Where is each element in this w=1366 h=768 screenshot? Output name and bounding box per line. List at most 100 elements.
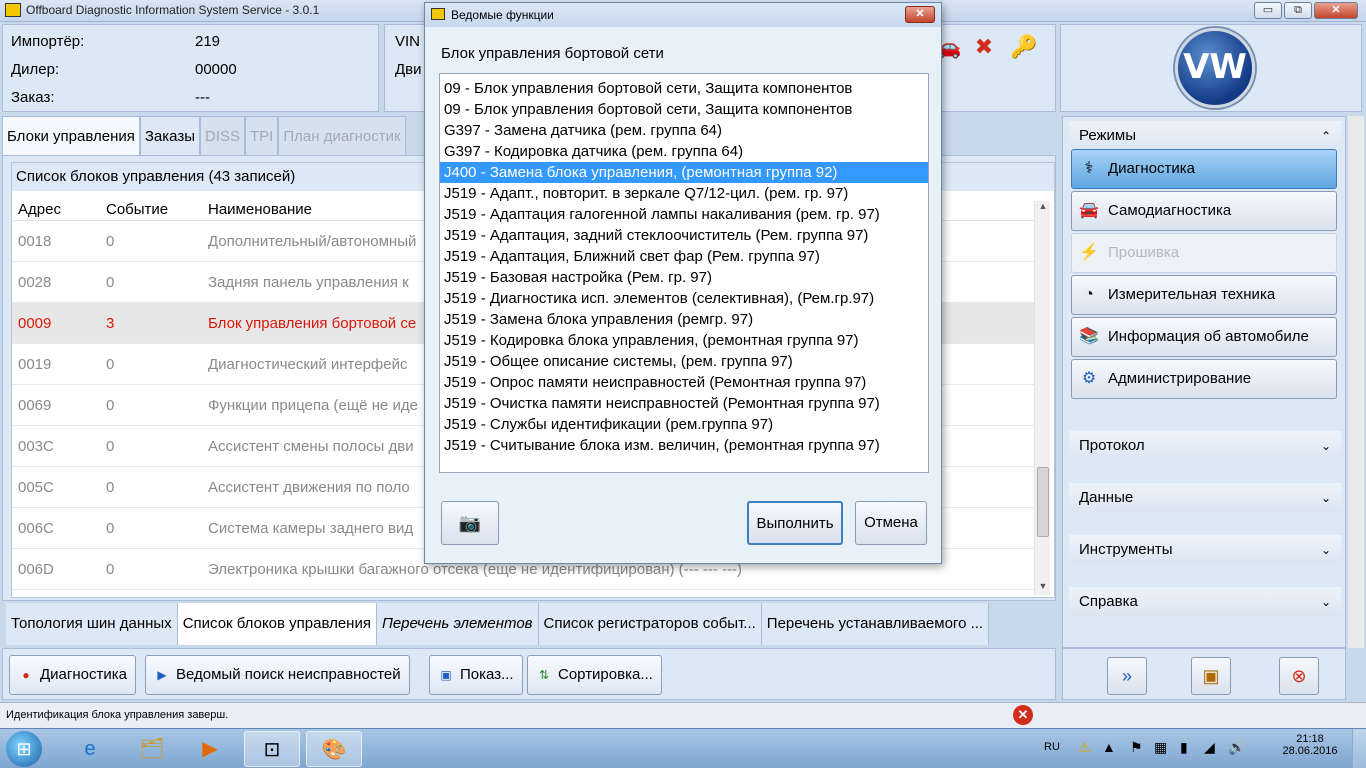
functions-list[interactable]: 09 - Блок управления бортовой сети, Защи… bbox=[439, 73, 929, 473]
function-list-item[interactable]: G397 - Замена датчика (рем. группа 64) bbox=[440, 120, 928, 141]
close-window-button[interactable]: ✕ bbox=[1314, 2, 1358, 19]
function-list-item[interactable]: J519 - Замена блока управления (ремгр. 9… bbox=[440, 309, 928, 330]
function-list-item[interactable]: J519 - Службы идентификации (рем.группа … bbox=[440, 414, 928, 435]
scroll-thumb[interactable] bbox=[1037, 467, 1049, 537]
function-list-item[interactable]: G397 - Кодировка датчика (рем. группа 64… bbox=[440, 141, 928, 162]
dialog-close-button[interactable]: ✕ bbox=[905, 6, 935, 23]
tools-section-header[interactable]: Инструменты ⌄ bbox=[1069, 535, 1341, 565]
function-list-item[interactable]: J519 - Общее описание системы, (рем. гру… bbox=[440, 351, 928, 372]
tray-arrow-icon[interactable]: ▲ bbox=[1102, 739, 1116, 755]
cell-address: 005C bbox=[18, 479, 54, 496]
cell-event: 0 bbox=[106, 438, 115, 455]
screen-capture-icon[interactable]: ▣ bbox=[1191, 657, 1231, 695]
key-icon[interactable]: 🔑 bbox=[1010, 32, 1037, 62]
mode-measurement-button[interactable]: ◔ Измерительная техника bbox=[1071, 275, 1337, 315]
sidebar-scrollbar[interactable] bbox=[1348, 116, 1364, 648]
minimize-button[interactable]: ▭ bbox=[1254, 2, 1282, 19]
paint-icon[interactable]: 🎨 bbox=[306, 731, 362, 767]
exit-icon[interactable]: ⊗ bbox=[1279, 657, 1319, 695]
function-list-item[interactable]: J519 - Диагностика исп. элементов (селек… bbox=[440, 288, 928, 309]
cell-address: 0019 bbox=[18, 356, 52, 373]
tab-event-recorders[interactable]: Список регистраторов событ... bbox=[538, 603, 762, 645]
show-label: Показ... bbox=[460, 666, 514, 683]
sort-icon: ⇅ bbox=[538, 668, 550, 682]
camera-icon[interactable]: 📷 bbox=[441, 501, 499, 545]
tab-control-unit-list[interactable]: Список блоков управления bbox=[177, 603, 377, 645]
list-scrollbar[interactable]: ▲ ▼ bbox=[1034, 201, 1050, 595]
guided-fault-finding-button[interactable]: ▶ Ведомый поиск неисправностей bbox=[145, 655, 410, 695]
sort-button[interactable]: ⇅ Сортировка... bbox=[527, 655, 662, 695]
warning-icon[interactable]: ⚠ bbox=[1078, 739, 1091, 756]
tab-control-units[interactable]: Блоки управления bbox=[2, 116, 140, 156]
function-list-item[interactable]: J519 - Базовая настройка (Рем. гр. 97) bbox=[440, 267, 928, 288]
col-header-event[interactable]: Событие bbox=[106, 201, 168, 218]
cell-event: 0 bbox=[106, 479, 115, 496]
media-player-icon[interactable]: ▶ bbox=[182, 731, 238, 767]
function-list-item[interactable]: J519 - Адаптация галогенной лампы накали… bbox=[440, 204, 928, 225]
tab-diagnostic-plan: План диагностик bbox=[278, 116, 406, 156]
status-text: Идентификация блока управления заверш. bbox=[6, 709, 229, 721]
function-list-item[interactable]: 09 - Блок управления бортовой сети, Защи… bbox=[440, 78, 928, 99]
gear-icon: ⚙ bbox=[1081, 370, 1097, 387]
function-list-item[interactable]: J519 - Кодировка блока управления, (ремо… bbox=[440, 330, 928, 351]
mode-self-diagnosis-button[interactable]: 🚘 Самодиагностика bbox=[1071, 191, 1337, 231]
function-list-item[interactable]: J519 - Считывание блока изм. величин, (р… bbox=[440, 435, 928, 456]
language-indicator[interactable]: RU bbox=[1044, 741, 1060, 753]
error-icon[interactable]: ✕ bbox=[1013, 705, 1033, 725]
section-label: Инструменты bbox=[1079, 541, 1173, 558]
function-list-item[interactable]: J519 - Адаптация, Ближний свет фар (Рем.… bbox=[440, 246, 928, 267]
scroll-up-icon[interactable]: ▲ bbox=[1035, 201, 1051, 215]
no-connection-icon[interactable]: ✖ bbox=[972, 32, 996, 62]
cell-address: 0009 bbox=[18, 315, 52, 332]
cell-event: 3 bbox=[106, 315, 115, 332]
forward-icon[interactable]: » bbox=[1107, 657, 1147, 695]
tab-orders[interactable]: Заказы bbox=[139, 116, 200, 156]
volume-icon[interactable]: 🔊 bbox=[1228, 739, 1245, 756]
order-label: Заказ: bbox=[11, 89, 55, 106]
mode-admin-button[interactable]: ⚙ Администрирование bbox=[1071, 359, 1337, 399]
show-desktop-button[interactable] bbox=[1352, 729, 1366, 768]
function-list-item[interactable]: J519 - Опрос памяти неисправностей (Ремо… bbox=[440, 372, 928, 393]
expand-icon: ⌄ bbox=[1320, 491, 1331, 505]
execute-button[interactable]: Выполнить bbox=[747, 501, 843, 545]
file-explorer-icon[interactable]: 🗂 bbox=[124, 731, 180, 767]
collapse-icon: ⌃ bbox=[1320, 129, 1331, 143]
diagnostics-action-button[interactable]: ● Диагностика bbox=[9, 655, 136, 695]
tab-bus-topology[interactable]: Топология шин данных bbox=[6, 603, 178, 645]
mode-vehicle-info-button[interactable]: 📚 Информация об автомобиле bbox=[1071, 317, 1337, 357]
function-list-item[interactable]: 09 - Блок управления бортовой сети, Защи… bbox=[440, 99, 928, 120]
mode-diagnostics-button[interactable]: ⚕ Диагностика bbox=[1071, 149, 1337, 189]
start-button[interactable]: ⊞ bbox=[6, 731, 42, 767]
function-list-item[interactable]: J519 - Адаптация, задний стеклоочистител… bbox=[440, 225, 928, 246]
function-list-item[interactable]: J519 - Очистка памяти неисправностей (Ре… bbox=[440, 393, 928, 414]
tab-element-list[interactable]: Перечень элементов bbox=[376, 603, 539, 645]
scroll-down-icon[interactable]: ▼ bbox=[1035, 581, 1051, 595]
cell-name: Функции прицепа (ещё не иде bbox=[208, 397, 418, 414]
flag-icon[interactable]: ⚑ bbox=[1130, 739, 1143, 756]
cell-event: 0 bbox=[106, 520, 115, 537]
clock[interactable]: 21:18 28.06.2016 bbox=[1280, 733, 1340, 757]
odis-taskbar-icon[interactable]: ⊡ bbox=[244, 731, 300, 767]
col-header-name[interactable]: Наименование bbox=[208, 201, 312, 218]
modes-section-header[interactable]: Режимы ⌃ bbox=[1069, 121, 1341, 151]
navigation-buttons-panel: » ▣ ⊗ bbox=[1062, 648, 1346, 700]
data-section-header[interactable]: Данные ⌄ bbox=[1069, 483, 1341, 513]
cell-event: 0 bbox=[106, 274, 115, 291]
section-label: Справка bbox=[1079, 593, 1138, 610]
tab-installed-list[interactable]: Перечень устанавливаемого ... bbox=[761, 603, 990, 645]
signal-icon[interactable]: ◢ bbox=[1204, 739, 1215, 756]
cancel-button[interactable]: Отмена bbox=[855, 501, 927, 545]
col-header-address[interactable]: Адрес bbox=[18, 201, 61, 218]
maximize-button[interactable]: ⧉ bbox=[1284, 2, 1312, 19]
cell-address: 0069 bbox=[18, 397, 52, 414]
protocol-section-header[interactable]: Протокол ⌄ bbox=[1069, 431, 1341, 461]
battery-icon[interactable]: ▮ bbox=[1180, 739, 1188, 756]
function-list-item[interactable]: J400 - Замена блока управления, (ремонтн… bbox=[440, 162, 928, 183]
internet-explorer-icon[interactable]: e bbox=[62, 731, 118, 767]
cell-name: Задняя панель управления к bbox=[208, 274, 409, 291]
dealer-label: Дилер: bbox=[11, 61, 60, 78]
show-button[interactable]: ▣ Показ... bbox=[429, 655, 523, 695]
function-list-item[interactable]: J519 - Адапт., повторит. в зеркале Q7/12… bbox=[440, 183, 928, 204]
help-section-header[interactable]: Справка ⌄ bbox=[1069, 587, 1341, 617]
network-icon[interactable]: ▦ bbox=[1154, 739, 1167, 756]
